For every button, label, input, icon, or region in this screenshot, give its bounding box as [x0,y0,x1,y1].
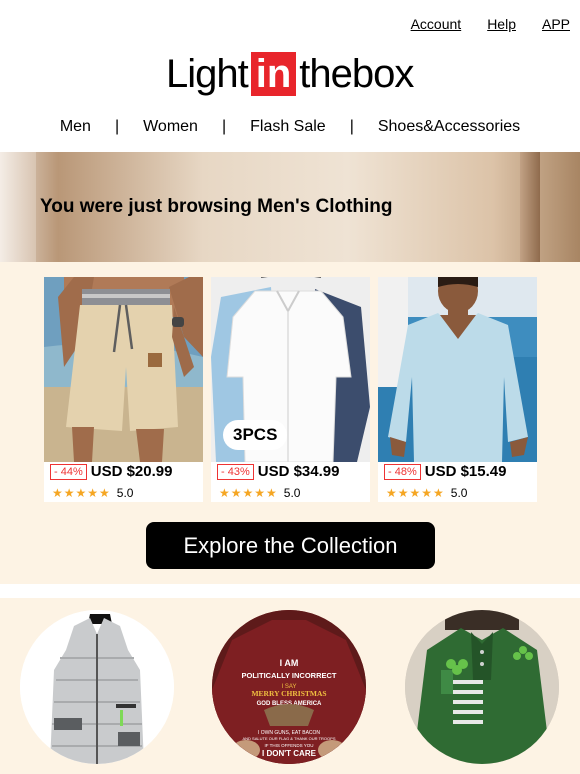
nav-men[interactable]: Men [60,118,91,136]
category-vest-image[interactable] [20,610,174,764]
nav-separator: | [114,118,120,135]
main-nav: Men | Women | Flash Sale | Shoes&Accesso… [0,118,580,136]
product-image-vneck[interactable] [378,277,537,462]
rating-row: ★★★★★ 5.0 [386,486,467,500]
app-link[interactable]: APP [542,16,570,32]
explore-collection-button[interactable]: Explore the Collection [146,522,435,569]
product-price: USD $15.49 [424,463,507,480]
top-links: Account Help APP [411,16,570,32]
rating-value: 5.0 [450,486,468,500]
category-graphic-tee-image[interactable]: I AM POLITICALLY INCORRECT I SAY MERRY C… [212,610,366,764]
star-rating-icon: ★★★★★ [386,486,445,500]
bundle-badge: 3PCS [223,420,288,450]
account-link[interactable]: Account [411,16,462,32]
price-row: - 43% USD $34.99 [217,463,339,480]
rating-row: ★★★★★ 5.0 [219,486,300,500]
logo-text-in: in [250,52,297,96]
product-section: - 44% USD $20.99 ★★★★★ 5.0 3PCS - 43% US… [0,262,580,584]
banner-pillar-right [520,152,540,262]
nav-women[interactable]: Women [143,118,198,136]
shirt-print-line: AND SALUTE OUR FLAG & THANK OUR TROOPS [243,736,336,741]
logo-text-thebox: thebox [299,51,414,96]
shirt-print-line: IF THIS OFFENDS YOU [264,743,313,748]
rating-value: 5.0 [116,486,134,500]
nav-flash-sale[interactable]: Flash Sale [250,118,326,136]
product-image-shorts[interactable] [44,277,203,462]
nav-shoes-accessories[interactable]: Shoes&Accessories [378,118,520,136]
price-row: - 48% USD $15.49 [384,463,506,480]
shirt-print-line: MERRY CHRISTMAS [251,689,326,698]
product-price: USD $34.99 [257,463,340,480]
discount-badge: - 48% [384,463,421,480]
help-link[interactable]: Help [487,16,516,32]
price-row: - 44% USD $20.99 [50,463,172,480]
shirt-print-line: POLITICALLY INCORRECT [241,671,336,680]
nav-separator: | [349,118,354,135]
star-rating-icon: ★★★★★ [52,486,111,500]
product-price: USD $20.99 [90,463,173,480]
discount-badge: - 43% [217,463,254,480]
banner-pillar-left [0,152,36,262]
product-card[interactable]: - 48% USD $15.49 ★★★★★ 5.0 [378,277,537,502]
header: Account Help APP Light in thebox Men | Wom… [0,0,580,152]
rating-value: 5.0 [283,486,301,500]
product-card[interactable]: - 44% USD $20.99 ★★★★★ 5.0 [44,277,203,502]
discount-badge: - 44% [50,463,87,480]
rating-row: ★★★★★ 5.0 [52,486,133,500]
product-card[interactable]: 3PCS - 43% USD $34.99 ★★★★★ 5.0 [211,277,370,502]
star-rating-icon: ★★★★★ [219,486,278,500]
lightinthebox-logo[interactable]: Light in thebox [166,50,414,98]
banner-title: You were just browsing Men's Clothing [40,196,393,217]
logo-text-light: Light [166,51,249,96]
category-henley-image[interactable] [405,610,559,764]
shirt-print-line: I DON'T CARE [262,749,317,758]
product-image-shirts[interactable]: 3PCS [211,277,370,462]
nav-separator: | [221,118,227,135]
browsing-banner: You were just browsing Men's Clothing [0,152,580,262]
section-divider [0,584,580,598]
shirt-print-line: I AM [280,658,299,668]
category-section: I AM POLITICALLY INCORRECT I SAY MERRY C… [0,598,580,774]
